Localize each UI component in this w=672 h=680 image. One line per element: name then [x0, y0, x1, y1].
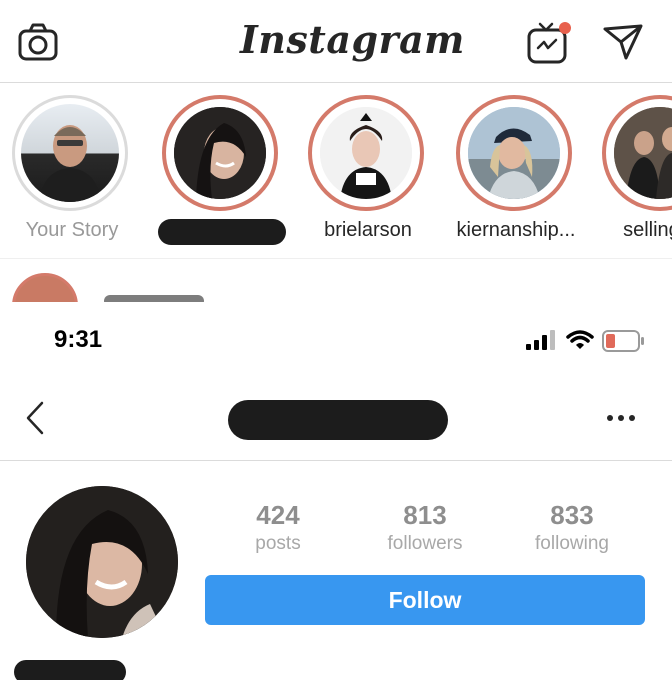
story-label: selling_k: [623, 219, 672, 241]
battery-icon: [602, 330, 646, 357]
instagram-logo: Instagram: [240, 17, 465, 62]
chevron-left-icon[interactable]: [20, 398, 50, 438]
feed-top-bar: Instagram: [0, 0, 672, 83]
following-count: 833: [550, 500, 594, 530]
wifi-icon: [566, 329, 594, 356]
story-ring: [12, 95, 128, 211]
story-ring: [602, 95, 672, 211]
story-ring: [456, 95, 572, 211]
story-label: Your Story: [25, 219, 119, 241]
redacted-display-name: [14, 660, 126, 680]
follow-button[interactable]: Follow: [205, 575, 645, 625]
notification-dot: [559, 22, 571, 34]
more-icon[interactable]: [604, 408, 638, 428]
story-label: brielarson: [324, 219, 412, 241]
stat-followers[interactable]: 813 followers: [355, 500, 495, 555]
status-time: 9:31: [54, 326, 103, 353]
signal-icon: [526, 330, 556, 355]
story-ring: [308, 95, 424, 211]
avatar: [21, 104, 119, 202]
avatar: [468, 107, 560, 199]
camera-icon[interactable]: [16, 20, 60, 64]
post-username-peek: [104, 295, 204, 302]
story-label: kiernanship...: [456, 219, 576, 241]
posts-count: 424: [256, 500, 300, 530]
stat-following[interactable]: 833 following: [502, 500, 642, 555]
story-ring: [162, 95, 278, 211]
posts-label: posts: [255, 533, 301, 554]
feed-post-header-peek: [0, 258, 672, 302]
paper-plane-icon[interactable]: [600, 22, 646, 62]
post-avatar[interactable]: [12, 273, 78, 302]
stories-tray[interactable]: Your Story brielarson kiernanship... sel…: [0, 83, 672, 258]
following-label: following: [535, 533, 609, 554]
redacted-username: [158, 219, 286, 245]
stat-posts[interactable]: 424 posts: [208, 500, 348, 555]
followers-count: 813: [403, 500, 447, 530]
feed-screen: Instagram Your Story brielarson kiernans…: [0, 0, 672, 302]
status-bar: 9:31: [0, 304, 672, 380]
avatar: [614, 107, 672, 199]
followers-label: followers: [387, 533, 463, 554]
profile-nav-bar: [0, 380, 672, 461]
profile-screen: 9:31 424 posts 813 followers 833 followi…: [0, 304, 672, 680]
redacted-profile-username: [228, 400, 448, 440]
profile-avatar[interactable]: [26, 486, 178, 638]
avatar: [174, 107, 266, 199]
avatar: [320, 107, 412, 199]
